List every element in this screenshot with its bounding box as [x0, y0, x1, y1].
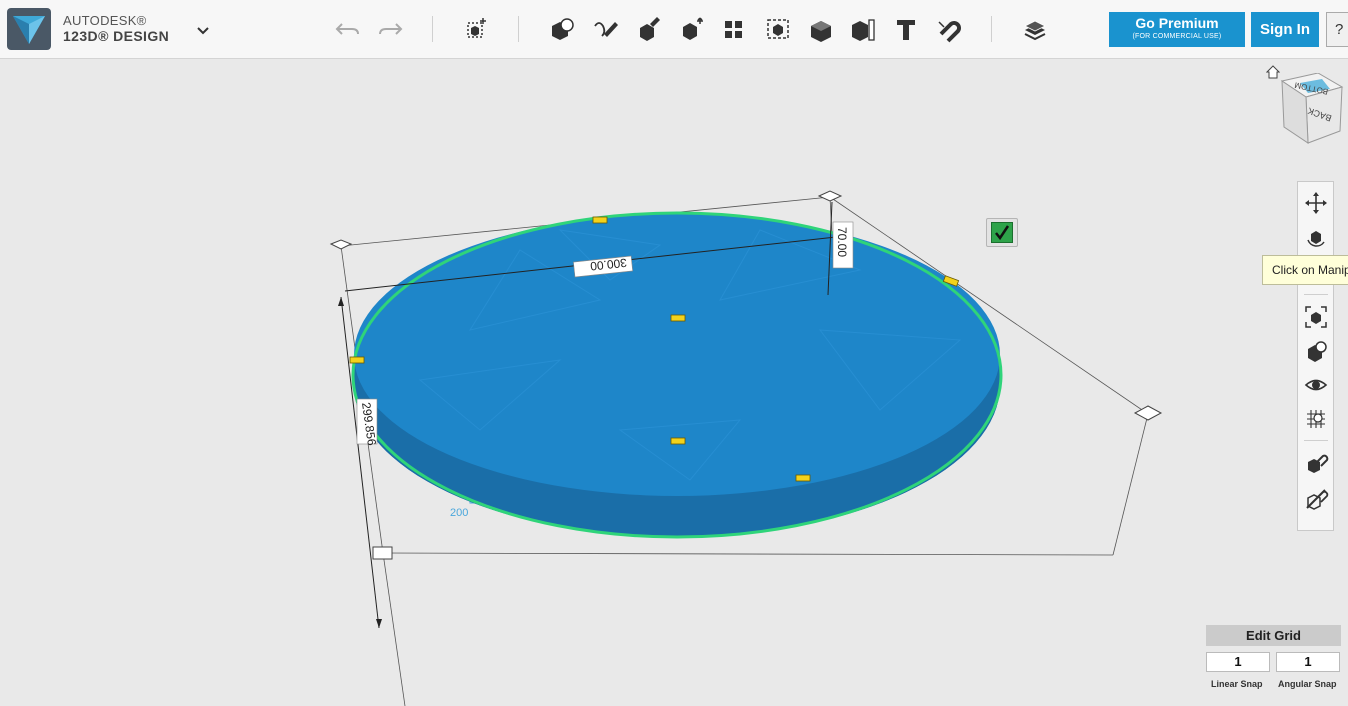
scale-grip-handle[interactable] [670, 314, 686, 322]
angular-snap-label: Angular Snap [1278, 679, 1337, 689]
orbit-icon[interactable] [1303, 224, 1329, 250]
go-premium-label: Go Premium [1135, 15, 1219, 31]
edit-grid-button[interactable]: Edit Grid [1206, 625, 1341, 646]
go-premium-button[interactable]: Go Premium (FOR COMMERCIAL USE) [1109, 12, 1245, 47]
primitives-icon[interactable] [546, 14, 578, 44]
tooltip: Click on Manipulate [1262, 255, 1348, 285]
linear-snap-label: Linear Snap [1211, 679, 1263, 689]
visibility-eye-icon[interactable] [1303, 372, 1329, 398]
checkmark-icon [991, 222, 1013, 243]
snap-material-icon[interactable] [1303, 450, 1329, 476]
toolbar-divider [991, 16, 992, 42]
grid-view-icon[interactable] [1303, 406, 1329, 432]
dimension-height-label: 70.00 [835, 227, 849, 257]
brand-name: AUTODESK® [63, 13, 147, 28]
scale-grip-handle[interactable] [670, 437, 686, 445]
panel-divider [1304, 440, 1328, 441]
material-layers-icon[interactable] [1019, 14, 1051, 44]
3d-viewport[interactable]: 200 300.00 70.00 299.856 BOTTOM BACK Cli… [0, 59, 1348, 706]
snap-magnet-icon[interactable] [933, 14, 965, 44]
edit-grid-panel: Edit Grid 1 1 Linear Snap Angular Snap [1206, 625, 1341, 700]
scale-grip-handle[interactable] [349, 356, 365, 364]
linear-snap-input[interactable]: 1 [1206, 652, 1270, 672]
pattern-icon[interactable] [718, 14, 750, 44]
measure-icon[interactable] [847, 14, 879, 44]
go-premium-sublabel: (FOR COMMERCIAL USE) [1132, 33, 1222, 40]
corner-handle[interactable] [817, 190, 843, 202]
confirm-button[interactable] [986, 218, 1018, 247]
scale-grip-handle[interactable] [592, 216, 608, 224]
help-button[interactable]: ? [1326, 12, 1348, 47]
viewcube[interactable]: BOTTOM BACK [1278, 72, 1348, 145]
corner-handle[interactable] [329, 239, 353, 250]
toolbar-divider [518, 16, 519, 42]
undo-icon[interactable] [332, 14, 364, 44]
zoom-selected-icon[interactable] [1303, 338, 1329, 364]
product-name: 123D® DESIGN [63, 28, 170, 44]
combine-icon[interactable] [805, 14, 837, 44]
cylinder-object[interactable] [351, 211, 1003, 539]
grouping-icon[interactable] [762, 14, 794, 44]
sign-in-button[interactable]: Sign In [1251, 12, 1319, 47]
construct-icon[interactable] [633, 14, 665, 44]
transform-tool-icon[interactable] [461, 14, 493, 44]
angular-snap-input[interactable]: 1 [1276, 652, 1340, 672]
pan-icon[interactable] [1303, 190, 1329, 216]
top-toolbar: AUTODESK® 123D® DESIGN Go Premium (FOR C… [0, 0, 1348, 59]
scale-grip-handle[interactable] [795, 474, 811, 482]
redo-icon[interactable] [374, 14, 406, 44]
navigation-bar [1297, 181, 1334, 531]
modify-icon[interactable] [676, 14, 708, 44]
grid-number-label: 200 [450, 507, 468, 519]
fit-view-icon[interactable] [1303, 304, 1329, 330]
materials-outline-icon[interactable] [1303, 486, 1329, 512]
toolbar-divider [432, 16, 433, 42]
scene-canvas[interactable]: 200 300.00 70.00 299.856 [0, 59, 1348, 706]
panel-divider [1304, 294, 1328, 295]
text-tool-icon[interactable] [890, 14, 922, 44]
corner-handle[interactable] [372, 546, 393, 560]
main-menu-chevron-icon[interactable] [193, 22, 213, 40]
app-logo-icon[interactable] [7, 8, 51, 50]
sketch-icon[interactable] [590, 14, 622, 44]
